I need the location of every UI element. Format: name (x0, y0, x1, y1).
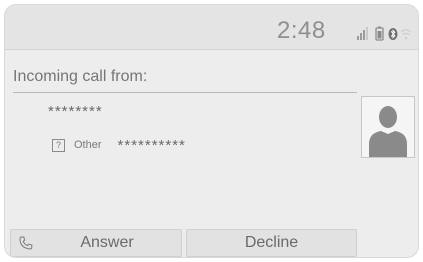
decline-label: Decline (244, 234, 299, 251)
number-type-label: Other (74, 139, 102, 151)
contact-avatar (361, 96, 415, 158)
signal-icon (357, 27, 368, 40)
bluetooth-icon (388, 28, 398, 40)
other-number: ********** (117, 136, 186, 154)
call-action-bar: Answer Decline (5, 226, 418, 257)
wifi-icon (400, 29, 412, 40)
decline-button[interactable]: Decline (186, 229, 357, 257)
other-number-row: ? Other ********** (52, 136, 186, 154)
battery-icon (375, 26, 384, 41)
phone-icon (19, 236, 33, 250)
answer-label: Answer (80, 234, 134, 251)
status-icons (356, 25, 412, 41)
caller-number: ******** (48, 103, 103, 120)
status-bar: 2:48 (5, 5, 418, 50)
person-icon (369, 106, 407, 157)
incoming-call-title: Incoming call from: (13, 68, 148, 85)
question-icon: ? (52, 138, 65, 152)
answer-button[interactable]: Answer (10, 229, 182, 257)
incoming-call-screen: 2:48 Incoming call from: ******** ? Othe… (4, 4, 419, 258)
clock: 2:48 (277, 17, 326, 44)
divider (13, 92, 357, 93)
